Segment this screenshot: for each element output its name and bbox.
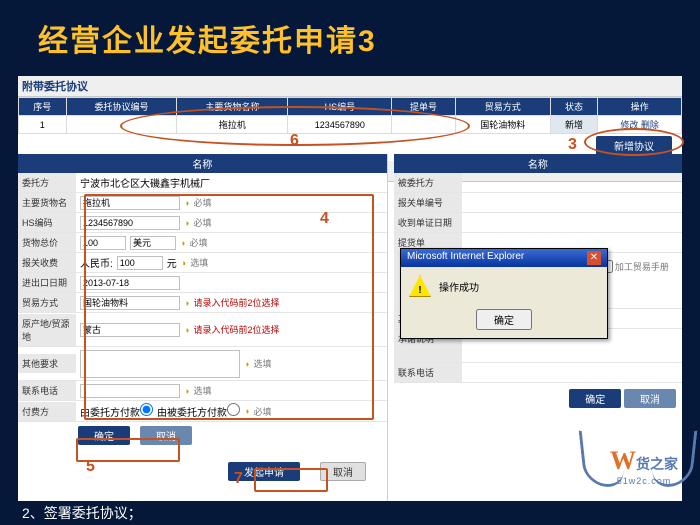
lbl-rphone: 联系电话 bbox=[394, 363, 462, 382]
chk-manual[interactable]: 加工贸易手册 bbox=[600, 255, 669, 278]
brand-name: 货之家 bbox=[636, 456, 678, 472]
callout-3: 3 bbox=[568, 136, 577, 154]
rmb-prefix: 人民币: bbox=[80, 255, 113, 270]
lbl-receiver: 被委托方 bbox=[394, 173, 462, 192]
cell-bill bbox=[392, 116, 455, 134]
attach-table: 序号 委托协议编号 主要货物名称 HS编号 提单号 贸易方式 状态 操作 1 拖… bbox=[18, 97, 682, 134]
dialog-ok-button[interactable]: 确定 bbox=[476, 309, 532, 330]
hint: 必填 bbox=[189, 236, 207, 249]
pay-opt2[interactable]: 由被委托方付款 bbox=[157, 403, 240, 419]
warning-icon: ! bbox=[409, 275, 431, 297]
cell-hs: 1234567890 bbox=[288, 116, 392, 134]
lbl-customs: 报关单编号 bbox=[394, 193, 462, 212]
val-entrustor: 宁波市北仑区大磯鑫宇机械厂 bbox=[76, 173, 387, 192]
optional-icon: ◑ bbox=[184, 386, 189, 396]
right-ok-button[interactable]: 确定 bbox=[569, 389, 621, 408]
watermark: W货之家 51w2c.com bbox=[610, 446, 678, 487]
required-icon: ◑ bbox=[184, 325, 189, 335]
hint: 必填 bbox=[253, 405, 271, 418]
lbl-price: 货物总价 bbox=[18, 233, 76, 252]
hint: 必填 bbox=[193, 216, 211, 229]
cell-trade: 国轮油物料 bbox=[455, 116, 550, 134]
origin-input[interactable] bbox=[80, 323, 180, 337]
hint: 选填 bbox=[193, 384, 211, 397]
lbl-other: 其他要求 bbox=[18, 354, 76, 373]
cell-status: 新增 bbox=[550, 116, 598, 134]
required-icon: ◑ bbox=[184, 218, 189, 228]
attach-section-header: 附带委托协议 bbox=[18, 76, 682, 97]
goods-input[interactable] bbox=[80, 196, 180, 210]
hint: 选填 bbox=[190, 256, 208, 269]
add-protocol-button[interactable]: 新增协议 bbox=[596, 136, 672, 155]
hint: 必填 bbox=[193, 196, 211, 209]
dialog-message: 操作成功 bbox=[439, 279, 479, 294]
cell-idx: 1 bbox=[19, 116, 67, 134]
th-idx: 序号 bbox=[19, 98, 67, 116]
th-status: 状态 bbox=[550, 98, 598, 116]
hint: 请录入代码前2位选择 bbox=[193, 296, 279, 309]
lbl-fee: 报关收费 bbox=[18, 253, 76, 272]
lbl-entrustor: 委托方 bbox=[18, 173, 76, 192]
other-textarea[interactable] bbox=[80, 350, 240, 378]
left-form: 名称 委托方 宁波市北仑区大磯鑫宇机械厂 主要货物名 ◑必填 HS编码 ◑必填 … bbox=[18, 154, 388, 501]
lbl-origin: 原产地/贸源地 bbox=[18, 314, 76, 346]
close-icon[interactable]: ✕ bbox=[587, 251, 601, 265]
th-op: 操作 bbox=[598, 98, 682, 116]
cell-goods: 拖拉机 bbox=[177, 116, 288, 134]
lbl-pay: 付费方 bbox=[18, 402, 76, 421]
brand-w: W bbox=[610, 446, 636, 475]
hint: 请录入代码前2位选择 bbox=[193, 323, 279, 336]
alert-dialog: Microsoft Internet Explorer ✕ ! 操作成功 确定 bbox=[400, 248, 608, 339]
lbl-date: 进出口日期 bbox=[18, 273, 76, 292]
lbl-trade: 贸易方式 bbox=[18, 293, 76, 312]
pay-opt1[interactable]: 由委托方付款 bbox=[80, 403, 153, 419]
fee-input[interactable] bbox=[117, 256, 163, 270]
bottom-cancel-button[interactable]: 取消 bbox=[320, 462, 366, 481]
callout-6: 6 bbox=[290, 132, 299, 150]
lbl-phone: 联系电话 bbox=[18, 381, 76, 400]
footer-text: 2、签署委托协议； bbox=[22, 503, 142, 523]
required-icon: ◑ bbox=[184, 298, 189, 308]
left-cancel-button[interactable]: 取消 bbox=[140, 426, 192, 445]
date-input[interactable] bbox=[80, 276, 180, 290]
hint: 选填 bbox=[253, 357, 271, 370]
currency-input[interactable] bbox=[130, 236, 176, 250]
th-trade: 贸易方式 bbox=[455, 98, 550, 116]
unit-yuan: 元 bbox=[167, 255, 177, 270]
left-form-header: 名称 bbox=[18, 154, 387, 173]
brand-url: 51w2c.com bbox=[617, 476, 672, 486]
optional-icon: ◑ bbox=[181, 258, 186, 268]
callout-7: 7 bbox=[234, 470, 243, 488]
callout-4: 4 bbox=[320, 210, 329, 228]
th-goods: 主要货物名称 bbox=[177, 98, 288, 116]
th-bill: 提单号 bbox=[392, 98, 455, 116]
cell-op[interactable]: 修改 删除 bbox=[598, 116, 682, 134]
cell-proto bbox=[66, 116, 177, 134]
hs-input[interactable] bbox=[80, 216, 180, 230]
trade-input[interactable] bbox=[80, 296, 180, 310]
right-form-header: 名称 bbox=[394, 154, 682, 173]
right-cancel-button[interactable]: 取消 bbox=[624, 389, 676, 408]
lbl-receipt: 收到单证日期 bbox=[394, 213, 462, 232]
required-icon: ◑ bbox=[244, 406, 249, 416]
required-icon: ◑ bbox=[184, 198, 189, 208]
th-proto: 委托协议编号 bbox=[66, 98, 177, 116]
optional-icon: ◑ bbox=[244, 359, 249, 369]
slide-title: 经营企业发起委托申请3 bbox=[0, 0, 700, 68]
required-icon: ◑ bbox=[180, 238, 185, 248]
left-ok-button[interactable]: 确定 bbox=[78, 426, 130, 445]
dialog-title: Microsoft Internet Explorer bbox=[407, 251, 524, 265]
lbl-hs: HS编码 bbox=[18, 213, 76, 232]
phone-input[interactable] bbox=[80, 384, 180, 398]
lbl-goods: 主要货物名 bbox=[18, 193, 76, 212]
price-input[interactable] bbox=[80, 236, 126, 250]
th-hs: HS编号 bbox=[288, 98, 392, 116]
table-row[interactable]: 1 拖拉机 1234567890 国轮油物料 新增 修改 删除 bbox=[19, 116, 682, 134]
callout-5: 5 bbox=[86, 458, 95, 476]
